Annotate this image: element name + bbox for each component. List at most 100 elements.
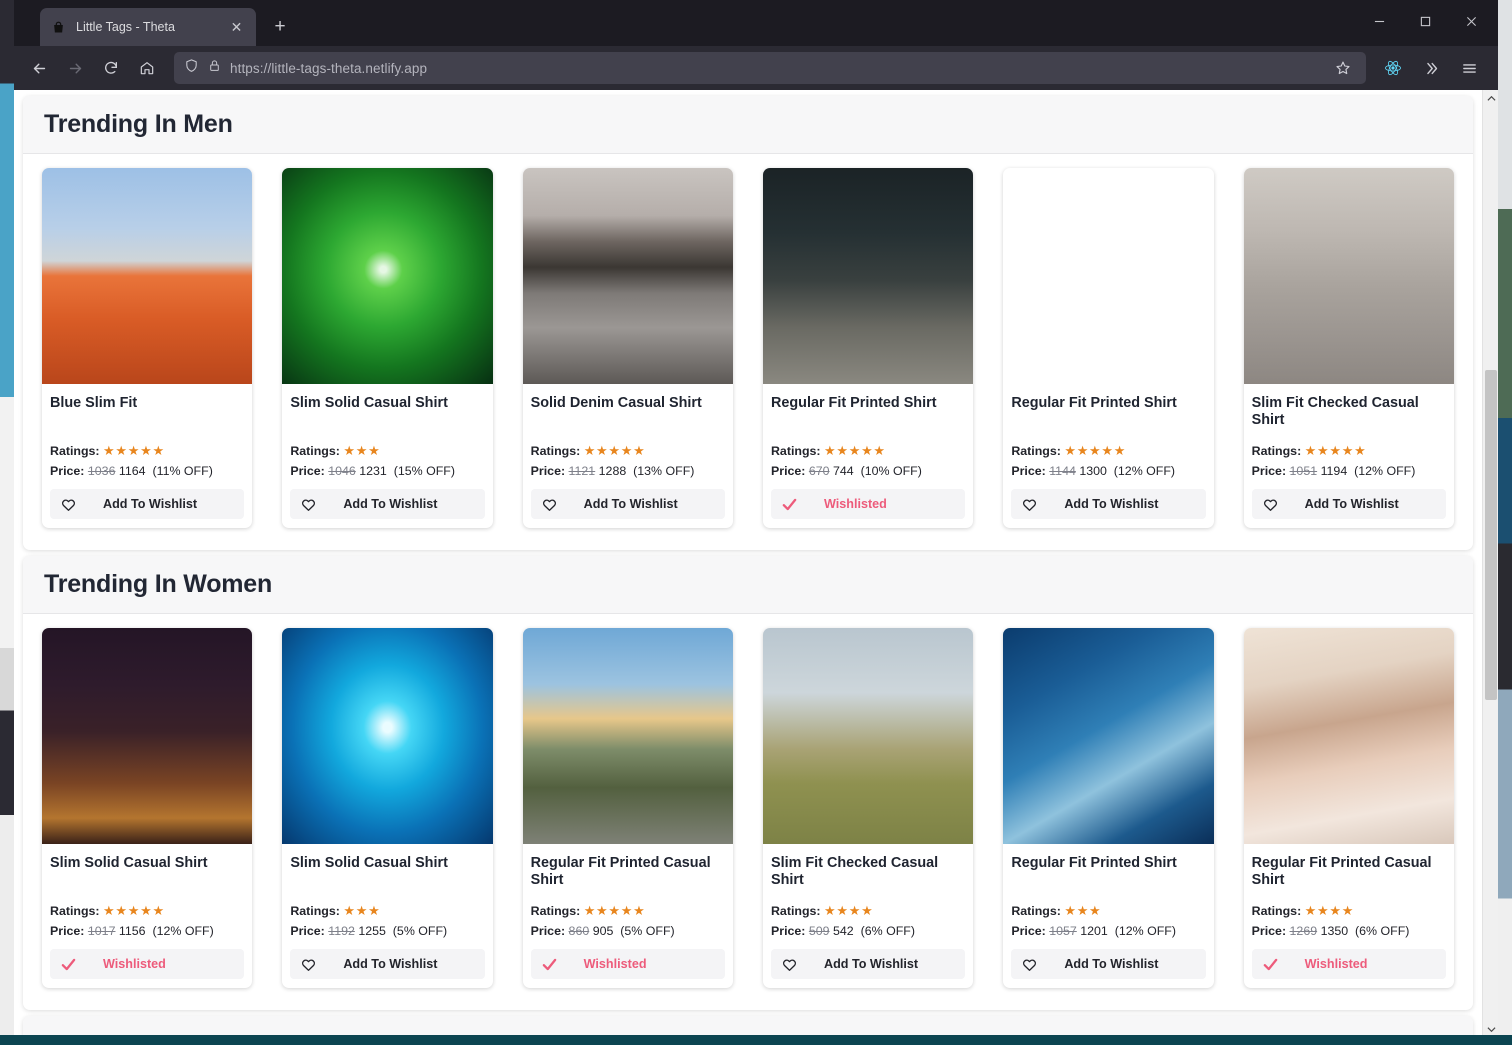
product-image[interactable] xyxy=(42,168,253,384)
maximize-button[interactable] xyxy=(1402,4,1448,38)
product-card[interactable]: Slim Solid Casual Shirt Ratings: ★★★ Price… xyxy=(282,168,493,529)
discount-badge: (5% OFF) xyxy=(392,924,448,939)
product-image[interactable] xyxy=(1243,628,1454,845)
original-price: 509 xyxy=(808,924,830,939)
product-image[interactable] xyxy=(282,628,493,845)
price-row: Price: 1192 1255 (5% OFF) xyxy=(290,921,484,941)
product-card[interactable]: Regular Fit Printed Casual Shirt Ratings:… xyxy=(1243,628,1454,989)
vertical-scrollbar[interactable] xyxy=(1482,90,1498,1038)
add-to-wishlist-button[interactable]: Add To Wishlist xyxy=(290,949,485,980)
product-title: Solid Denim Casual Shirt xyxy=(530,395,702,411)
shield-icon[interactable] xyxy=(184,58,199,78)
add-to-wishlist-button[interactable]: Add To Wishlist xyxy=(290,489,485,520)
current-price: 744 xyxy=(833,464,854,479)
product-meta: Ratings: ★★★★★ Price: 860 905 (5% OFF) xyxy=(531,900,725,941)
product-card[interactable]: Regular Fit Printed Casual Shirt Ratings:… xyxy=(522,628,733,989)
product-card[interactable]: Slim Fit Checked Casual Shirt Ratings: ★★… xyxy=(762,628,974,989)
back-button[interactable] xyxy=(22,51,56,85)
scroll-up-arrow-icon[interactable] xyxy=(1483,90,1498,107)
product-card-body: Slim Solid Casual Shirt Ratings: ★★★★★ Pri… xyxy=(42,844,252,947)
product-card-body: Regular Fit Printed Shirt Ratings: ★★★ Pri… xyxy=(1003,844,1213,947)
minimize-button[interactable] xyxy=(1356,4,1402,38)
rating-stars: ★★★★★ xyxy=(1304,443,1367,458)
add-to-wishlist-button[interactable]: Add To Wishlist xyxy=(530,489,725,520)
page-content: Trending In Men Blue Slim Fit Ratings: ★★★… xyxy=(14,90,1482,1038)
scrollbar-thumb[interactable] xyxy=(1485,370,1497,700)
product-card-body: Blue Slim Fit Ratings: ★★★★★ Price: 1036 1… xyxy=(42,384,252,487)
ratings-row: Ratings: ★★★★★ xyxy=(1011,440,1205,461)
product-title: Slim Fit Checked Casual Shirt xyxy=(1251,395,1419,428)
product-image[interactable] xyxy=(1003,628,1214,845)
reload-button[interactable] xyxy=(94,51,128,85)
product-image[interactable] xyxy=(1243,168,1454,384)
star-icon[interactable] xyxy=(1330,55,1356,81)
add-to-wishlist-button[interactable]: Add To Wishlist xyxy=(770,949,966,980)
add-to-wishlist-button[interactable]: Add To Wishlist xyxy=(1251,489,1446,520)
wishlisted-button[interactable]: Wishlisted xyxy=(50,949,245,980)
product-image[interactable] xyxy=(42,628,253,845)
forward-button[interactable] xyxy=(58,51,92,85)
add-to-wishlist-button[interactable]: Add To Wishlist xyxy=(1011,489,1206,520)
react-devtools-icon[interactable] xyxy=(1376,51,1410,85)
product-card-body: Slim Fit Checked Casual Shirt Ratings: ★★… xyxy=(1244,384,1454,487)
add-to-wishlist-button[interactable]: Add To Wishlist xyxy=(50,489,245,520)
product-meta: Ratings: ★★★★★ Price: 1017 1156 (12% OFF) xyxy=(50,900,244,941)
current-price: 1201 xyxy=(1080,924,1108,939)
discount-badge: (12% OFF) xyxy=(1354,464,1416,479)
discount-badge: (6% OFF) xyxy=(860,924,915,939)
current-price: 1164 xyxy=(118,464,146,479)
url-text[interactable]: https://little-tags-theta.netlify.app xyxy=(230,61,1321,76)
discount-badge: (12% OFF) xyxy=(152,924,214,939)
product-card[interactable]: Regular Fit Printed Shirt Ratings: ★★★ Pri… xyxy=(1003,628,1214,989)
wishlist-button-label: Add To Wishlist xyxy=(343,957,438,972)
product-image[interactable] xyxy=(1003,168,1213,384)
product-image[interactable] xyxy=(522,628,733,845)
current-price: 905 xyxy=(592,924,614,939)
price-label: Price: xyxy=(290,464,325,479)
original-price: 1051 xyxy=(1289,464,1318,479)
wishlist-button-label: Add To Wishlist xyxy=(343,497,438,512)
product-card[interactable]: Slim Solid Casual Shirt Ratings: ★★★★★ Pri… xyxy=(42,628,253,989)
lock-icon xyxy=(208,59,221,77)
current-price: 542 xyxy=(833,924,854,939)
price-row: Price: 860 905 (5% OFF) xyxy=(531,921,725,941)
product-card[interactable]: Blue Slim Fit Ratings: ★★★★★ Price: 1036 1… xyxy=(42,168,253,529)
ratings-label: Ratings: xyxy=(50,904,100,919)
product-grid: Slim Solid Casual Shirt Ratings: ★★★★★ Pri… xyxy=(23,614,1473,1010)
ratings-row: Ratings: ★★★★★ xyxy=(50,440,244,461)
wishlist-button-label: Wishlisted xyxy=(823,497,887,512)
close-button[interactable] xyxy=(1448,4,1494,38)
home-button[interactable] xyxy=(130,51,164,85)
price-label: Price: xyxy=(50,464,85,479)
product-meta: Ratings: ★★★★★ Price: 1051 1194 (12% OFF) xyxy=(1252,440,1446,481)
hamburger-menu-icon[interactable] xyxy=(1452,51,1486,85)
new-tab-button[interactable]: + xyxy=(266,13,294,41)
product-image[interactable] xyxy=(762,628,974,845)
product-meta: Ratings: ★★★★★ Price: 1144 1300 (12% OFF) xyxy=(1011,440,1205,481)
product-image[interactable] xyxy=(522,168,733,384)
product-card[interactable]: Slim Fit Checked Casual Shirt Ratings: ★★… xyxy=(1243,168,1454,529)
product-card[interactable]: Slim Solid Casual Shirt Ratings: ★★★ Price… xyxy=(282,628,493,989)
ratings-label: Ratings: xyxy=(1011,904,1061,919)
wishlisted-button[interactable]: Wishlisted xyxy=(770,489,966,520)
close-icon[interactable]: ✕ xyxy=(227,18,246,37)
browser-tab[interactable]: Little Tags - Theta ✕ xyxy=(40,8,256,46)
original-price: 1121 xyxy=(568,464,596,479)
wishlisted-button[interactable]: Wishlisted xyxy=(1251,949,1446,980)
product-card[interactable]: Regular Fit Printed Shirt Ratings: ★★★★★ P… xyxy=(1003,168,1214,529)
browser-window: Little Tags - Theta ✕ + https://little-t… xyxy=(14,0,1498,1038)
section-title: Trending In Women xyxy=(44,570,273,599)
product-card[interactable]: Solid Denim Casual Shirt Ratings: ★★★★★ Pr… xyxy=(522,168,733,529)
product-title: Regular Fit Printed Casual Shirt xyxy=(530,855,711,889)
overflow-chevrons-icon[interactable] xyxy=(1414,51,1448,85)
product-image[interactable] xyxy=(762,168,974,384)
background-window-right-strip xyxy=(1498,0,1512,1045)
add-to-wishlist-button[interactable]: Add To Wishlist xyxy=(1011,949,1206,980)
wishlisted-button[interactable]: Wishlisted xyxy=(530,949,725,980)
address-bar[interactable]: https://little-tags-theta.netlify.app xyxy=(174,52,1366,84)
product-image[interactable] xyxy=(282,168,493,384)
navbar-right-controls xyxy=(1376,51,1490,85)
product-meta: Ratings: ★★★★ Price: 1269 1350 (6% OFF) xyxy=(1252,900,1446,941)
product-card[interactable]: Regular Fit Printed Shirt Ratings: ★★★★★ P… xyxy=(762,168,974,529)
ratings-label: Ratings: xyxy=(770,444,821,458)
